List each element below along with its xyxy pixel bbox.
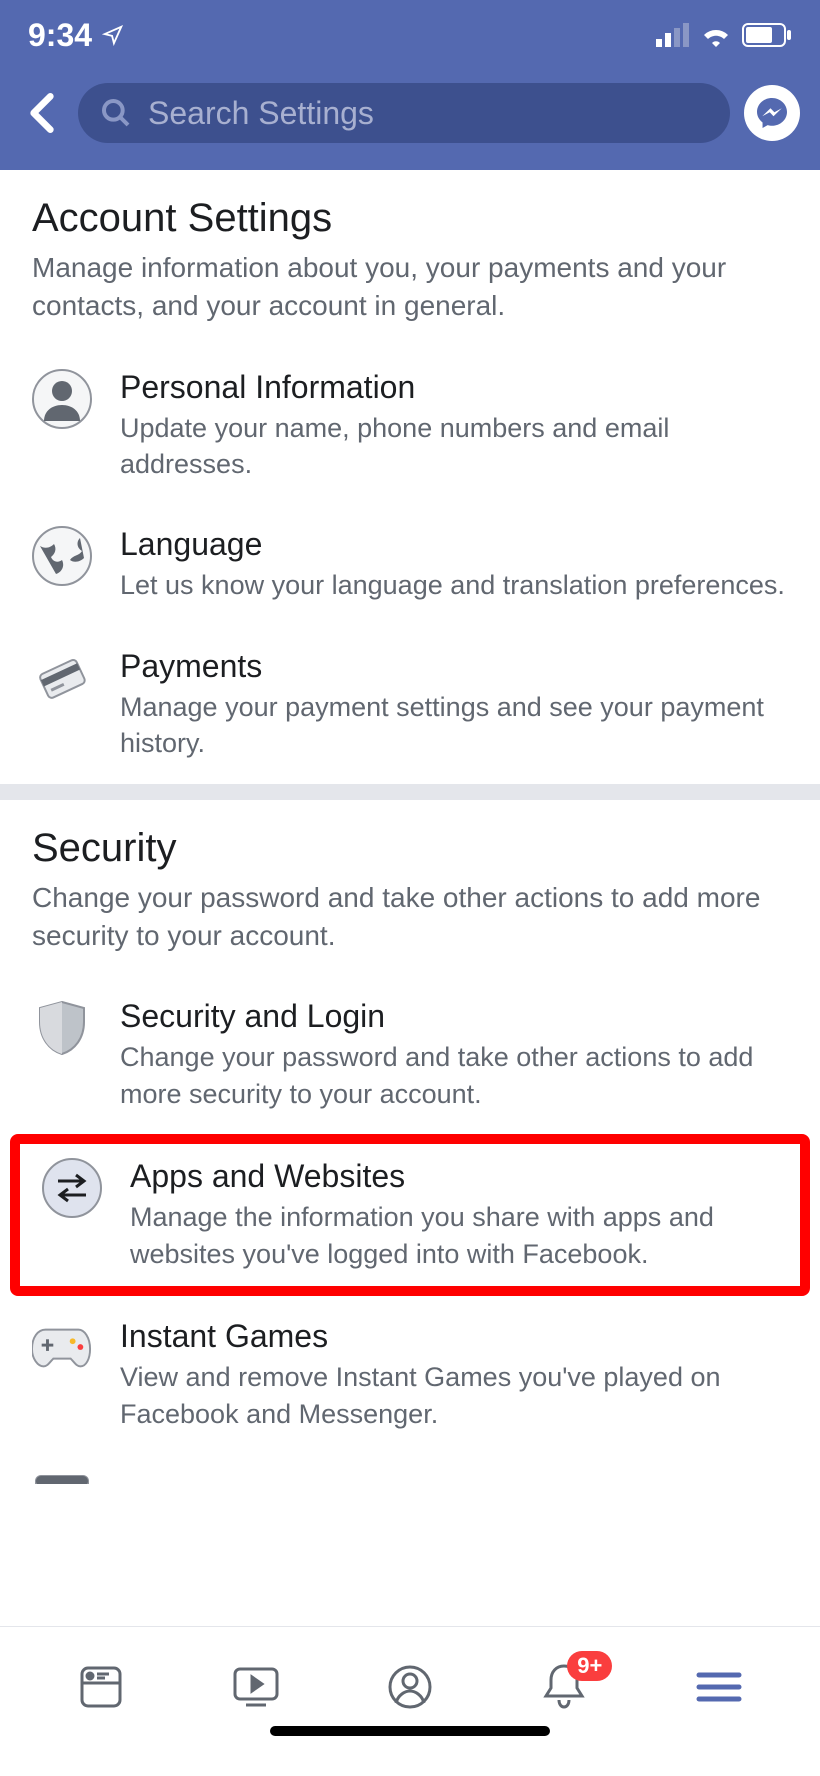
back-button[interactable]: [20, 91, 64, 135]
item-subtitle: View and remove Instant Games you've pla…: [120, 1359, 788, 1432]
section-title: Account Settings: [32, 196, 788, 241]
tab-watch[interactable]: [226, 1657, 286, 1717]
item-partial[interactable]: [0, 1454, 820, 1484]
item-subtitle: Manage the information you share with ap…: [130, 1199, 778, 1272]
item-personal-information[interactable]: Personal Information Update your name, p…: [0, 347, 820, 505]
item-title: Security and Login: [120, 998, 788, 1035]
wifi-icon: [700, 23, 732, 47]
transfer-icon: [42, 1158, 102, 1218]
item-payments[interactable]: Payments Manage your payment settings an…: [0, 626, 820, 784]
search-icon: [100, 97, 132, 129]
item-security-login[interactable]: Security and Login Change your password …: [0, 976, 820, 1134]
item-instant-games[interactable]: Instant Games View and remove Instant Ga…: [0, 1296, 820, 1454]
item-title: Language: [120, 526, 788, 563]
home-indicator: [270, 1726, 550, 1736]
status-right-icons: [656, 23, 792, 47]
status-time: 9:34: [28, 17, 124, 54]
status-time-text: 9:34: [28, 17, 92, 54]
highlighted-item: Apps and Websites Manage the information…: [10, 1134, 810, 1296]
search-box[interactable]: [78, 83, 730, 143]
status-bar: 9:34: [0, 0, 820, 70]
item-title: Instant Games: [120, 1318, 788, 1355]
chevron-left-icon: [28, 93, 56, 133]
item-title: Payments: [120, 648, 788, 685]
tab-menu[interactable]: [689, 1657, 749, 1717]
search-input[interactable]: [148, 95, 708, 132]
item-subtitle: Let us know your language and translatio…: [120, 567, 788, 603]
tab-profile[interactable]: [380, 1657, 440, 1717]
profile-icon: [386, 1663, 434, 1711]
location-icon: [102, 24, 124, 46]
tab-feed[interactable]: [71, 1657, 131, 1717]
feed-icon: [77, 1663, 125, 1711]
tab-notifications[interactable]: 9+: [534, 1657, 594, 1717]
notification-badge: 9+: [567, 1651, 612, 1681]
item-title: Personal Information: [120, 369, 788, 406]
messenger-button[interactable]: [744, 85, 800, 141]
item-language[interactable]: Language Let us know your language and t…: [0, 504, 820, 625]
battery-icon: [742, 23, 792, 47]
signal-icon: [656, 23, 690, 47]
globe-icon: [32, 526, 92, 586]
credit-card-icon: [32, 648, 92, 708]
item-title: Apps and Websites: [130, 1158, 778, 1195]
content-area: Account Settings Manage information abou…: [0, 170, 820, 1626]
messenger-icon: [754, 95, 790, 131]
header: [0, 70, 820, 170]
item-subtitle: Update your name, phone numbers and emai…: [120, 410, 788, 483]
gamepad-icon: [32, 1318, 92, 1378]
item-subtitle: Change your password and take other acti…: [120, 1039, 788, 1112]
section-title: Security: [32, 826, 788, 871]
item-subtitle: Manage your payment settings and see you…: [120, 689, 788, 762]
card-icon: [32, 1464, 92, 1484]
section-subtitle: Manage information about you, your payme…: [32, 249, 788, 325]
person-icon: [32, 369, 92, 429]
shield-icon: [32, 998, 92, 1058]
section-security: Security Change your password and take o…: [0, 800, 820, 977]
watch-icon: [230, 1663, 282, 1711]
item-apps-websites[interactable]: Apps and Websites Manage the information…: [42, 1158, 778, 1272]
section-subtitle: Change your password and take other acti…: [32, 879, 788, 955]
section-divider: [0, 784, 820, 800]
bottom-tab-bar: 9+: [0, 1626, 820, 1746]
section-account: Account Settings Manage information abou…: [0, 170, 820, 347]
hamburger-icon: [695, 1669, 743, 1705]
